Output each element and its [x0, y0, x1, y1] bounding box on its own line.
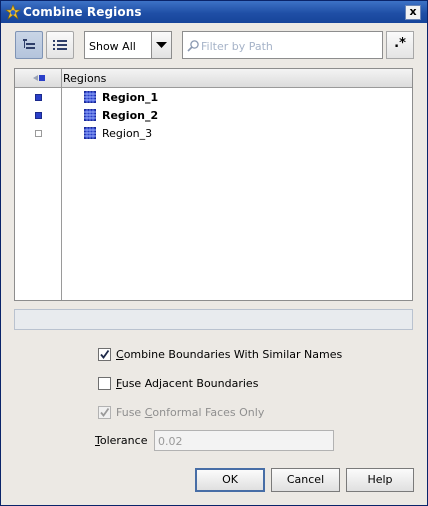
ok-button[interactable]: OK: [195, 468, 265, 492]
tolerance-label: Tolerance: [95, 434, 148, 447]
fuse-adjacent-checkbox[interactable]: [98, 377, 111, 390]
checkmark-icon: [100, 407, 110, 417]
row-selection-marker[interactable]: [35, 94, 42, 101]
show-filter-value: Show All: [89, 40, 136, 53]
regions-column-header[interactable]: Regions: [63, 72, 106, 85]
combine-boundaries-label[interactable]: Combine Boundaries With Similar Names: [116, 348, 342, 361]
ok-label: OK: [222, 473, 238, 486]
status-bar: [14, 309, 413, 330]
dropdown-arrow[interactable]: [151, 32, 171, 58]
regex-label: .*: [394, 36, 406, 51]
row-selection-marker[interactable]: [35, 130, 42, 137]
selection-header-icon: [33, 75, 45, 81]
list-view-button[interactable]: [46, 31, 74, 59]
tree-view-icon: [23, 39, 35, 49]
title-bar[interactable]: Combine Regions x: [1, 1, 427, 23]
cancel-label: Cancel: [286, 473, 325, 486]
combine-regions-dialog: Combine Regions x Show All Filter by Pat…: [0, 0, 428, 506]
region-icon: [84, 127, 96, 139]
table-header: Regions: [15, 69, 412, 88]
regions-table[interactable]: Regions Region_1 Region_2 Region_3: [14, 68, 413, 301]
tolerance-value: 0.02: [158, 435, 183, 448]
filter-by-path-input[interactable]: Filter by Path: [182, 31, 383, 59]
region-icon: [84, 109, 96, 121]
checkmark-icon: [100, 349, 110, 359]
close-button[interactable]: x: [405, 5, 421, 20]
region-name: Region_2: [102, 109, 159, 122]
search-icon: [187, 40, 199, 52]
help-button[interactable]: Help: [346, 468, 414, 492]
combine-boundaries-checkbox[interactable]: [98, 348, 111, 361]
list-view-icon: [53, 40, 67, 50]
fuse-conformal-checkbox: [98, 406, 111, 419]
app-icon: [5, 4, 21, 20]
region-name: Region_1: [102, 91, 159, 104]
fuse-conformal-label: Fuse Conformal Faces Only: [116, 406, 265, 419]
close-icon: x: [409, 5, 417, 18]
dialog-title: Combine Regions: [23, 5, 142, 19]
fuse-adjacent-label[interactable]: Fuse Adjacent Boundaries: [116, 377, 258, 390]
table-row[interactable]: Region_1: [15, 89, 412, 107]
table-row[interactable]: Region_2: [15, 107, 412, 125]
show-filter-dropdown[interactable]: Show All: [84, 31, 172, 59]
region-icon: [84, 91, 96, 103]
chevron-down-icon: [156, 42, 167, 48]
selection-column-header[interactable]: [15, 69, 62, 87]
regex-button[interactable]: .*: [386, 31, 414, 59]
table-row[interactable]: Region_3: [15, 125, 412, 143]
tolerance-input: 0.02: [154, 430, 334, 451]
region-name: Region_3: [102, 127, 153, 140]
filter-placeholder: Filter by Path: [201, 40, 273, 53]
row-selection-marker[interactable]: [35, 112, 42, 119]
tree-view-button[interactable]: [15, 31, 43, 59]
help-label: Help: [367, 473, 393, 486]
cancel-button[interactable]: Cancel: [271, 468, 340, 492]
